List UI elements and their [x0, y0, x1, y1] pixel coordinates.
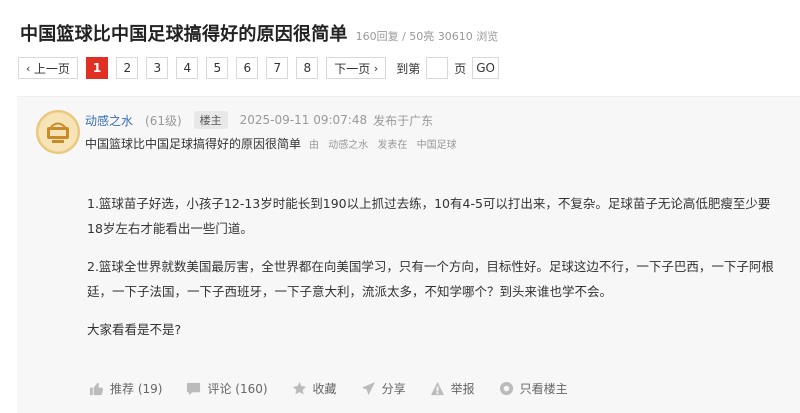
thread-header: 中国篮球比中国足球搞得好的原因很简单 160回复 / 50亮 30610 浏览: [20, 20, 498, 46]
prev-page-button[interactable]: ‹ 上一页: [18, 57, 78, 79]
author-line: 动感之水 (61级) 楼主 2025-09-11 09:07:48 发布于广东: [85, 111, 433, 129]
user-level: (61级): [145, 113, 182, 128]
share-button[interactable]: 分享: [361, 380, 406, 397]
comment-button[interactable]: 评论 (160): [186, 380, 268, 397]
op-only-button[interactable]: 只看楼主: [499, 380, 568, 397]
warning-icon: [430, 381, 444, 396]
page-5[interactable]: 5: [206, 57, 229, 79]
thread-stats: 160回复 / 50亮 30610 浏览: [355, 30, 499, 43]
paragraph: 大家看看是不是?: [87, 322, 182, 337]
report-button[interactable]: 举报: [430, 380, 475, 397]
board-link[interactable]: 中国足球: [417, 140, 457, 151]
go-button[interactable]: GO: [472, 57, 499, 79]
chevron-right-icon: ›: [370, 61, 379, 75]
avatar[interactable]: [36, 110, 80, 154]
paragraph: 2.篮球全世界就数美国最厉害，全世界都在向美国学习，只有一个方向，目标性好。足球…: [87, 259, 774, 299]
page-3[interactable]: 3: [146, 57, 169, 79]
jump-label: 到第: [396, 61, 421, 76]
page-title: 中国篮球比中国足球搞得好的原因很简单: [20, 24, 348, 45]
next-page-button[interactable]: 下一页 ›: [326, 57, 387, 79]
page-7[interactable]: 7: [266, 57, 289, 79]
eye-icon: [499, 381, 513, 396]
page-4[interactable]: 4: [176, 57, 199, 79]
author-name[interactable]: 动感之水: [85, 112, 133, 129]
paragraph: 1.篮球苗子好选，小孩子12-13岁时能长到190以上抓过去练，10有4-5可以…: [87, 196, 771, 236]
favorite-button[interactable]: 收藏: [292, 380, 337, 397]
page-jump-input[interactable]: [426, 57, 449, 79]
star-icon: [292, 381, 306, 395]
post-body: 1.篮球苗子好选，小孩子12-13岁时能长到190以上抓过去练，10有4-5可以…: [87, 191, 777, 355]
comment-icon: [187, 382, 201, 396]
page-label: 页: [454, 61, 467, 76]
post-time: 2025-09-11 09:07:48: [239, 113, 368, 127]
thumbs-up-icon: [89, 382, 104, 396]
chevron-left-icon: ‹: [26, 61, 34, 75]
page-1[interactable]: 1: [85, 57, 109, 79]
post-card: 动感之水 (61级) 楼主 2025-09-11 09:07:48 发布于广东 …: [17, 96, 800, 413]
avatar-logo-icon: [39, 113, 77, 151]
post-subject-line: 中国篮球比中国足球搞得好的原因很简单 由 动感之水 发表在 中国足球: [85, 135, 463, 152]
post-actions: 推荐 (19) 评论 (160) 收藏 分享 举报 只看楼主: [89, 380, 592, 397]
page-2[interactable]: 2: [116, 57, 139, 79]
recommend-button[interactable]: 推荐 (19): [89, 380, 162, 397]
op-badge: 楼主: [193, 111, 228, 129]
byline-author[interactable]: 动感之水: [328, 140, 368, 151]
post-location: 发布于广东: [373, 113, 434, 128]
send-icon: [361, 381, 375, 396]
post-byline: 由 动感之水 发表在 中国足球: [309, 140, 457, 151]
page-8[interactable]: 8: [296, 57, 319, 79]
pagination: ‹ 上一页 1 2 3 4 5 6 7 8 下一页 › 到第 页 GO: [18, 57, 499, 79]
post-subject: 中国篮球比中国足球搞得好的原因很简单: [85, 137, 302, 151]
page-6[interactable]: 6: [236, 57, 259, 79]
